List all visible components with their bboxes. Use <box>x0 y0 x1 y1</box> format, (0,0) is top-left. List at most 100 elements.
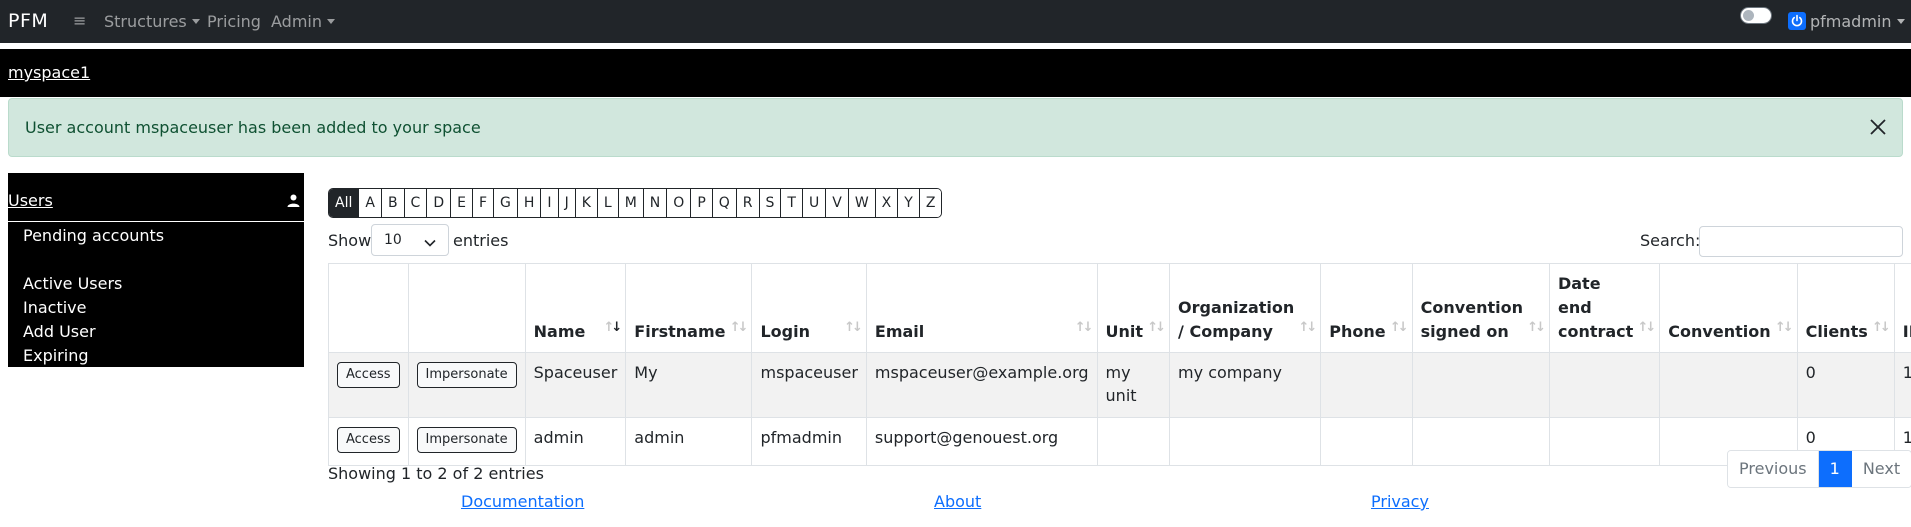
sidebar: Users Pending accounts Active Users Inac… <box>8 173 304 367</box>
letter-filter-z[interactable]: Z <box>919 189 942 217</box>
cell-name: admin <box>524 417 627 466</box>
letter-filter-l[interactable]: L <box>597 189 619 217</box>
letter-filter-n[interactable]: N <box>643 189 668 217</box>
letter-filter-u[interactable]: U <box>802 189 827 217</box>
power-icon <box>1788 12 1806 30</box>
sort-icon: ↑↓ <box>1147 320 1166 335</box>
footer-link-documentation[interactable]: Documentation <box>461 492 584 511</box>
column-header-name[interactable]: Name ↑↓ <box>524 263 627 353</box>
column-header-phone[interactable]: Phone ↑↓ <box>1320 263 1413 353</box>
sort-icon: ↑↓ <box>1527 320 1546 335</box>
theme-toggle[interactable] <box>1740 7 1772 24</box>
caret-down-icon <box>327 19 335 24</box>
sort-icon: ↑↓ <box>729 320 749 335</box>
hamburger-icon[interactable]: ≡ <box>73 11 86 30</box>
space-link[interactable]: myspace1 <box>8 63 90 82</box>
user-menu-dropdown[interactable]: pfmadmin <box>1788 12 1905 31</box>
column-header-firstname[interactable]: Firstname ↑↓ <box>625 263 753 353</box>
sidebar-item-pending-accounts[interactable]: Pending accounts <box>23 226 164 245</box>
toggle-knob <box>1743 10 1754 21</box>
entries-select[interactable]: 10 <box>371 224 449 256</box>
column-header-unit[interactable]: Unit ↑↓ <box>1096 263 1171 353</box>
close-icon[interactable] <box>1868 117 1888 137</box>
letter-filter-e[interactable]: E <box>451 189 473 217</box>
footer-link-about[interactable]: About <box>934 492 981 511</box>
sidebar-item-active-users[interactable]: Active Users <box>23 274 122 293</box>
letter-filter-r[interactable]: R <box>736 189 760 217</box>
user-icon <box>287 192 300 211</box>
space-bar: myspace1 <box>0 49 1911 97</box>
letter-filter-i[interactable]: I <box>541 189 559 217</box>
letter-filter-p[interactable]: P <box>691 189 713 217</box>
column-header-convention-signed-on[interactable]: Convention signed on ↑↓ <box>1411 263 1550 353</box>
users-table: Name ↑↓ Firstname ↑↓ Login ↑↓ Email ↑↓ Unit ↑… <box>328 263 1911 466</box>
top-navbar: PFM ≡ Structures Pricing Admin pfmadmin <box>0 0 1911 43</box>
impersonate-button[interactable]: Impersonate <box>416 362 517 388</box>
letter-filter-o[interactable]: O <box>667 189 692 217</box>
sidebar-item-inactive[interactable]: Inactive <box>23 298 87 317</box>
sidebar-header: Users <box>8 173 304 222</box>
sort-icon: ↑↓ <box>1074 320 1094 335</box>
letter-filter-j[interactable]: J <box>558 189 576 217</box>
caret-down-icon <box>1896 19 1905 24</box>
table-row: Access Impersonate admin admin pfmadmin … <box>328 417 1911 466</box>
letter-filter-q[interactable]: Q <box>712 189 737 217</box>
letter-filter-g[interactable]: G <box>494 189 518 217</box>
entries-label: entries <box>453 231 509 250</box>
letter-filter-y[interactable]: Y <box>898 189 920 217</box>
column-header-organization[interactable]: Organization / Company ↑↓ <box>1169 263 1322 353</box>
sidebar-title-users[interactable]: Users <box>8 191 53 210</box>
pagination-previous[interactable]: Previous <box>1728 451 1819 487</box>
table-header-row: Name ↑↓ Firstname ↑↓ Login ↑↓ Email ↑↓ Unit ↑… <box>328 263 1911 353</box>
column-header-convention[interactable]: Convention ↑↓ <box>1659 263 1798 353</box>
column-header-date-end-contract[interactable]: Date end contract ↑↓ <box>1548 263 1661 353</box>
sort-icon: ↑↓ <box>1871 320 1891 335</box>
letter-filter-b[interactable]: B <box>381 189 405 217</box>
success-alert: User account mspaceuser has been added t… <box>8 98 1903 157</box>
letter-filter-a[interactable]: A <box>359 189 382 217</box>
brand-logo[interactable]: PFM <box>8 10 48 32</box>
entries-select-value: 10 <box>384 232 402 248</box>
letter-filter-f[interactable]: F <box>472 189 495 217</box>
show-label: Show <box>328 231 372 250</box>
letter-filter-all[interactable]: All <box>329 189 360 217</box>
column-header-login[interactable]: Login ↑↓ <box>751 263 867 353</box>
impersonate-button[interactable]: Impersonate <box>416 427 517 453</box>
letter-filter-k[interactable]: K <box>575 189 598 217</box>
letter-filter-h[interactable]: H <box>517 189 542 217</box>
pagination-next[interactable]: Next <box>1851 451 1911 487</box>
nav-admin-dropdown[interactable]: Admin <box>271 12 335 31</box>
letter-filter-v[interactable]: V <box>826 189 849 217</box>
letter-filter-t[interactable]: T <box>781 189 803 217</box>
sidebar-item-expiring[interactable]: Expiring <box>23 346 89 365</box>
search-label: Search: <box>1640 231 1701 250</box>
nav-structures-dropdown[interactable]: Structures <box>104 12 200 31</box>
cell-organization: my company <box>1169 352 1322 418</box>
access-button[interactable]: Access <box>337 362 400 388</box>
letter-filter-c[interactable]: C <box>404 189 428 217</box>
cell-email: support@genouest.org <box>865 417 1098 466</box>
cell-date-end-contract <box>1548 352 1661 418</box>
letter-filter-s[interactable]: S <box>759 189 782 217</box>
sidebar-item-add-user[interactable]: Add User <box>23 322 96 341</box>
sort-icon: ↑↓ <box>844 320 863 335</box>
column-header-clients[interactable]: Clients ↑↓ <box>1796 263 1895 353</box>
sort-icon: ↑↓ <box>1637 320 1657 335</box>
column-header-actions-access <box>328 263 409 353</box>
column-header-id[interactable]: ID↑↓ <box>1893 263 1911 353</box>
letter-filter: All A B C D E F G H I J K L M N O P Q R S T U V W X Y Z <box>328 188 943 218</box>
nav-pricing-link[interactable]: Pricing <box>207 12 261 31</box>
footer-link-privacy[interactable]: Privacy <box>1371 492 1429 511</box>
letter-filter-x[interactable]: X <box>875 189 899 217</box>
access-button[interactable]: Access <box>337 427 400 453</box>
letter-filter-m[interactable]: M <box>618 189 644 217</box>
column-header-email[interactable]: Email ↑↓ <box>865 263 1098 353</box>
pagination-page-1[interactable]: 1 <box>1818 451 1852 487</box>
cell-phone <box>1320 417 1413 466</box>
cell-login: pfmadmin <box>751 417 867 466</box>
table-info: Showing 1 to 2 of 2 entries <box>328 464 544 483</box>
letter-filter-d[interactable]: D <box>427 189 452 217</box>
cell-convention-signed-on <box>1411 417 1550 466</box>
letter-filter-w[interactable]: W <box>848 189 876 217</box>
search-input[interactable] <box>1699 226 1903 257</box>
